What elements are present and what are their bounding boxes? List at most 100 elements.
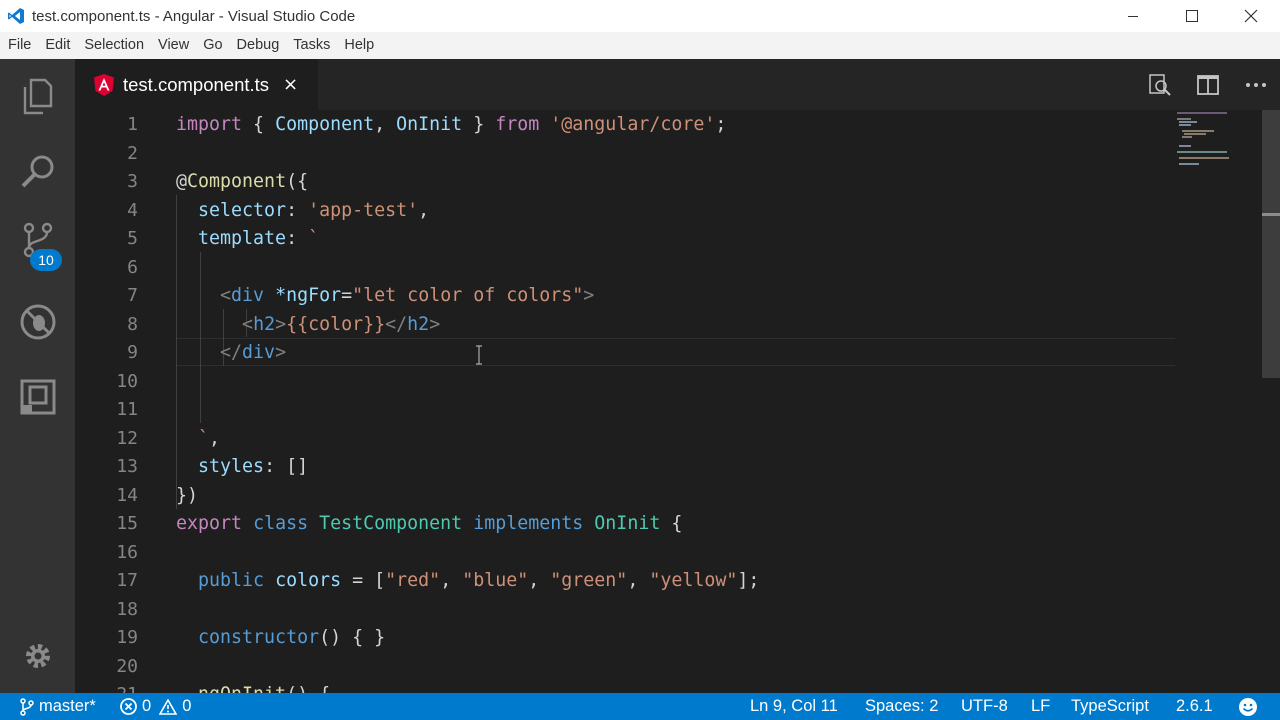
code-token: {{color}} bbox=[286, 313, 386, 335]
menu-go[interactable]: Go bbox=[196, 32, 229, 59]
title-bar: test.component.ts - Angular - Visual Stu… bbox=[0, 0, 1280, 32]
line-number: 9 bbox=[127, 342, 138, 363]
code-token: () { } bbox=[319, 627, 386, 648]
more-actions-icon[interactable] bbox=[1232, 59, 1280, 110]
explorer-icon[interactable] bbox=[0, 59, 75, 134]
code-token: , bbox=[528, 570, 551, 591]
line-number: 17 bbox=[116, 570, 138, 591]
code-line[interactable]: styles: [] bbox=[176, 453, 308, 482]
code-token: > bbox=[275, 342, 287, 363]
code-token: Component bbox=[187, 171, 287, 192]
line-number: 5 bbox=[127, 228, 138, 249]
code-token: "yellow" bbox=[649, 570, 738, 591]
maximize-icon[interactable] bbox=[1162, 0, 1221, 32]
line-number: 13 bbox=[116, 456, 138, 477]
scrollbar-cursor-marker bbox=[1262, 213, 1280, 216]
code-token: , bbox=[627, 570, 650, 591]
tab-close-icon[interactable]: × bbox=[283, 74, 298, 95]
code-line[interactable]: <div *ngFor="let color of colors"> bbox=[176, 282, 594, 311]
tab-label: test.component.ts bbox=[123, 73, 270, 95]
code-line[interactable]: <h2>{{color}}</h2> bbox=[176, 311, 440, 340]
code-line[interactable]: selector: 'app-test', bbox=[176, 197, 429, 226]
code-token: , bbox=[374, 114, 397, 135]
code-token: ; bbox=[715, 114, 727, 135]
line-number: 12 bbox=[116, 427, 138, 449]
extensions-icon[interactable] bbox=[0, 359, 75, 434]
debug-icon[interactable] bbox=[0, 284, 75, 359]
code-line[interactable]: @Component({ bbox=[176, 168, 308, 197]
code-line[interactable]: }) bbox=[176, 482, 198, 511]
menu-help[interactable]: Help bbox=[337, 32, 381, 59]
code-line[interactable]: constructor() { } bbox=[176, 624, 385, 653]
branch-indicator[interactable]: master* bbox=[20, 693, 96, 720]
code-token: selector bbox=[198, 199, 287, 221]
code-token: OnInit bbox=[396, 114, 463, 135]
close-window-icon[interactable] bbox=[1221, 0, 1280, 32]
line-number: 10 bbox=[116, 370, 138, 392]
code-token: h2 bbox=[253, 313, 276, 335]
mouse-cursor-icon bbox=[476, 345, 482, 365]
menu-tasks[interactable]: Tasks bbox=[286, 32, 337, 59]
code-token: > bbox=[429, 313, 441, 335]
code-token: , bbox=[440, 570, 463, 591]
code-token: class bbox=[253, 513, 309, 534]
menu-edit[interactable]: Edit bbox=[38, 32, 77, 59]
code-line[interactable]: import { Component, OnInit } from '@angu… bbox=[176, 111, 726, 140]
menu-file[interactable]: File bbox=[1, 32, 38, 59]
line-number: 7 bbox=[127, 285, 138, 306]
split-editor-icon[interactable] bbox=[1184, 59, 1232, 110]
menu-debug[interactable]: Debug bbox=[230, 32, 287, 59]
line-number: 19 bbox=[116, 627, 138, 648]
menu-view[interactable]: View bbox=[151, 32, 196, 59]
line-number: 4 bbox=[127, 199, 138, 221]
code-token: implements bbox=[473, 513, 584, 534]
minimap[interactable] bbox=[1175, 110, 1265, 693]
source-control-badge: 10 bbox=[30, 249, 62, 271]
code-line[interactable]: </div> bbox=[176, 339, 286, 368]
code-editor[interactable]: 123456789101112131415161718192021 import… bbox=[75, 110, 1280, 693]
problems-indicator[interactable]: 0 0 bbox=[120, 693, 191, 720]
line-number: 16 bbox=[116, 541, 138, 563]
search-icon[interactable] bbox=[0, 134, 75, 209]
minimize-icon[interactable] bbox=[1103, 0, 1162, 32]
feedback-smiley-icon[interactable] bbox=[1238, 693, 1258, 720]
code-line[interactable]: `, bbox=[176, 425, 220, 454]
line-number: 1 bbox=[127, 114, 138, 135]
language-mode[interactable]: TypeScript bbox=[1071, 693, 1149, 720]
menu-selection[interactable]: Selection bbox=[77, 32, 151, 59]
code-token: div bbox=[231, 285, 265, 306]
activity-bar: 10 bbox=[0, 59, 75, 693]
tab-test-component[interactable]: test.component.ts × bbox=[75, 59, 318, 110]
code-token: ngOnInit bbox=[198, 684, 286, 693]
eol-setting[interactable]: LF bbox=[1031, 693, 1050, 720]
code-token: ]; bbox=[737, 570, 760, 591]
settings-gear-icon[interactable] bbox=[0, 618, 75, 693]
line-number: 6 bbox=[127, 256, 138, 278]
open-preview-icon[interactable] bbox=[1136, 59, 1184, 110]
code-token: = [ bbox=[341, 570, 386, 591]
code-line[interactable]: public colors = ["red", "blue", "green",… bbox=[176, 567, 759, 596]
code-token: "red" bbox=[385, 570, 441, 591]
warning-icon bbox=[159, 698, 178, 715]
warning-count: 0 bbox=[182, 697, 192, 715]
code-line[interactable]: ngOnInit() { bbox=[176, 681, 330, 693]
indentation-setting[interactable]: Spaces: 2 bbox=[865, 693, 938, 720]
code-token: : bbox=[286, 199, 309, 221]
code-line[interactable]: export class TestComponent implements On… bbox=[176, 510, 682, 539]
scrollbar-thumb[interactable] bbox=[1262, 110, 1280, 378]
code-token: , bbox=[209, 427, 221, 449]
cursor-position[interactable]: Ln 9, Col 11 bbox=[750, 693, 838, 720]
code-line[interactable]: template: ` bbox=[176, 225, 319, 254]
line-number: 2 bbox=[127, 142, 138, 164]
typescript-version[interactable]: 2.6.1 bbox=[1176, 693, 1213, 720]
encoding-setting[interactable]: UTF-8 bbox=[961, 693, 1008, 720]
code-token: colors bbox=[275, 570, 342, 591]
git-branch-icon bbox=[20, 697, 34, 716]
